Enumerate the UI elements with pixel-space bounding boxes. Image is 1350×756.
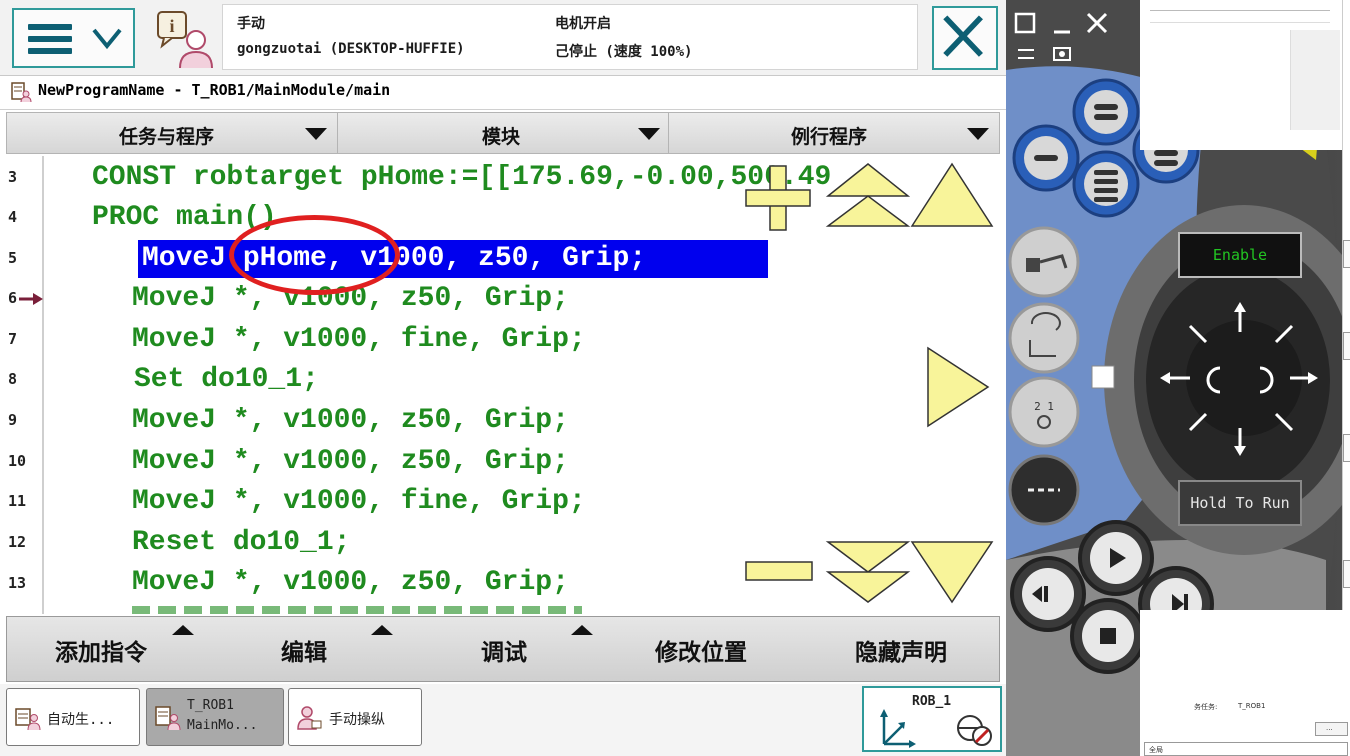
menu-up-arrow-icon [371,625,393,635]
station-name: gongzuotai (DESKTOP-HUFFIE) [237,41,465,57]
mechanical-unit-label: ROB_1 [912,694,952,709]
tab-routines[interactable]: 例行程序 [669,113,999,153]
chevron-down-icon [92,28,122,50]
enable-button[interactable]: Enable [1178,232,1302,278]
line-number: 5 [8,249,18,267]
line-number-gutter: 3 4 5 6 7 8 9 10 11 12 13 [6,156,44,614]
annotation-circle [229,215,400,295]
jogging-icon [297,706,322,730]
increment-key [1008,454,1080,526]
partially-visible-code-line [132,606,582,614]
task-label: 务任务: [1194,703,1218,711]
page-up-icon [825,163,911,227]
program-editor-icon [155,706,181,731]
svg-text:2 1: 2 1 [1034,400,1054,413]
jog-overlay-top[interactable] [744,160,998,236]
increment-plus-icon [745,165,811,231]
scope-select[interactable]: 全局 [1144,742,1348,756]
dropdown-arrow-icon [638,128,660,140]
close-button[interactable] [932,6,998,70]
code-line[interactable]: MoveJ *, v1000, fine, Grip; [132,485,586,519]
taskbar-program-editor[interactable]: T_ROB1 MainMo... [146,688,284,746]
background-window-bottom: 务任务: T_ROB1 ... 全局 [1140,610,1350,756]
program-pointer-arrow-icon [19,293,43,305]
line-number: 3 [8,168,18,186]
command-bar: 添加指令 编辑 调试 修改位置 隐藏声明 [6,616,1000,682]
svg-text:i: i [169,16,174,36]
modify-position-button[interactable]: 修改位置 [655,633,747,667]
line-number: 4 [8,208,18,226]
edit-button[interactable]: 编辑 [281,633,327,667]
editor-tabs: 任务与程序 模块 例行程序 [6,112,1000,154]
code-line[interactable]: MoveJ *, v1000, z50, Grip; [132,566,569,600]
page-down-icon [825,541,911,603]
status-panel: 手动 gongzuotai (DESKTOP-HUFFIE) 电机开启 己停止 … [222,4,918,70]
scroll-down-icon [910,541,994,604]
program-path-bar: NewProgramName - T_ROB1/MainModule/main [0,76,1006,110]
motion-mode-key [1008,302,1080,374]
top-bar: i 手动 gongzuotai (DESKTOP-HUFFIE) 电机开启 己停… [0,0,1006,76]
background-window-top [1140,0,1350,150]
code-line[interactable]: CONST robtarget pHome:=[[175.69,-0.00,50… [92,161,831,195]
scroll-right-icon[interactable] [924,344,994,430]
coordinate-axes-icon [880,709,916,748]
add-instruction-button[interactable]: 添加指令 [55,633,147,667]
hamburger-icon [28,24,72,30]
scroll-up-icon [910,162,994,227]
code-line[interactable]: MoveJ *, v1000, z50, Grip; [132,404,569,438]
tool-frame-icon [957,715,992,746]
line-number: 9 [8,411,18,429]
code-line[interactable]: Set do10_1; [134,363,319,397]
program-state: 己停止 (速度 100%) [555,44,693,60]
dropdown-arrow-icon [305,128,327,140]
motor-state: 电机开启 [555,16,611,32]
line-number: 11 [8,492,27,510]
dropdown-arrow-icon [967,128,989,140]
line-number: 10 [8,452,27,470]
program-editor-icon [11,82,32,103]
task-value: T_ROB1 [1238,702,1266,710]
taskbar: 自动生... T_ROB1 MainMo... 手动操纵 [0,684,1006,756]
flexpendant-screen: i 手动 gongzuotai (DESKTOP-HUFFIE) 电机开启 己停… [0,0,1006,756]
production-window-icon [15,708,41,731]
taskbar-auto-production[interactable]: 自动生... [6,688,140,746]
debug-button[interactable]: 调试 [481,633,527,667]
taskbar-jogging[interactable]: 手动操纵 [288,688,422,746]
mechanical-unit-key [1008,226,1080,298]
close-icon [943,15,983,57]
tab-modules[interactable]: 模块 [338,113,669,153]
usb-port-icon [1091,365,1115,389]
decrement-minus-icon [745,561,813,581]
event-log-icon[interactable]: i [152,6,214,70]
jog-overlay-bottom[interactable] [744,536,998,608]
abb-menu-button[interactable] [12,8,135,68]
line-number: 12 [8,533,27,551]
toggle-axes-key: 2 1 [1008,376,1080,448]
code-line[interactable]: Reset do10_1; [132,526,350,560]
stop-icon [1100,628,1116,644]
menu-up-arrow-icon [571,625,593,635]
code-line[interactable]: MoveJ *, v1000, z50, Grip; [132,445,569,479]
line-number: 13 [8,574,27,592]
menu-up-arrow-icon [172,625,194,635]
operating-mode: 手动 [237,16,265,32]
code-line[interactable]: MoveJ *, v1000, fine, Grip; [132,323,586,357]
line-number: 8 [8,370,18,388]
browse-button[interactable]: ... [1315,722,1348,736]
line-number: 7 [8,330,18,348]
tab-tasks-and-programs[interactable]: 任务与程序 [7,113,338,153]
hold-to-run-button[interactable]: Hold To Run [1178,480,1302,526]
program-path: NewProgramName - T_ROB1/MainModule/main [38,81,391,99]
quickset-button[interactable]: ROB_1 [862,686,1002,752]
hide-declarations-button[interactable]: 隐藏声明 [855,633,947,667]
